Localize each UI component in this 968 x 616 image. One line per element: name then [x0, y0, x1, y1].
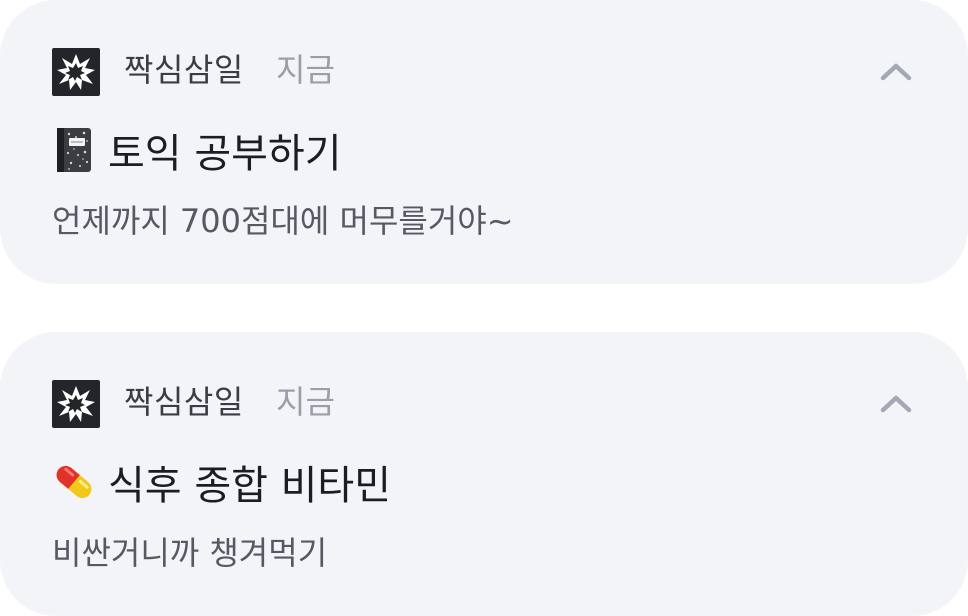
chevron-up-icon[interactable]	[876, 384, 916, 424]
notification-title: 식후 종합 비타민	[52, 456, 392, 509]
pill-icon	[52, 458, 96, 506]
notification-time: 지금	[276, 383, 335, 421]
explosion-icon	[52, 48, 100, 96]
notification-title: 토익 공부하기	[52, 124, 342, 177]
notification-time: 지금	[276, 51, 335, 89]
notebook-icon	[52, 126, 96, 174]
notification-title-text: 토익 공부하기	[108, 131, 342, 177]
notification-body: 비싼거니까 챙겨먹기	[52, 534, 328, 572]
app-name: 짝심삼일	[124, 383, 244, 421]
notification-card[interactable]: 짝심삼일 지금 토익 공부하기 언제까지 700점대에 머무를거야~	[0, 0, 968, 284]
notification-card[interactable]: 짝심삼일 지금 식후 종합 비타민 비싼거니까 챙겨먹기	[0, 332, 968, 616]
app-name: 짝심삼일	[124, 51, 244, 89]
explosion-icon	[52, 380, 100, 428]
notification-body: 언제까지 700점대에 머무를거야~	[52, 202, 514, 240]
notification-stack: 짝심삼일 지금 토익 공부하기 언제까지 700점대에 머무를거야~ 짝심삼일 …	[0, 0, 968, 616]
chevron-up-icon[interactable]	[876, 52, 916, 92]
notification-title-text: 식후 종합 비타민	[108, 463, 392, 509]
